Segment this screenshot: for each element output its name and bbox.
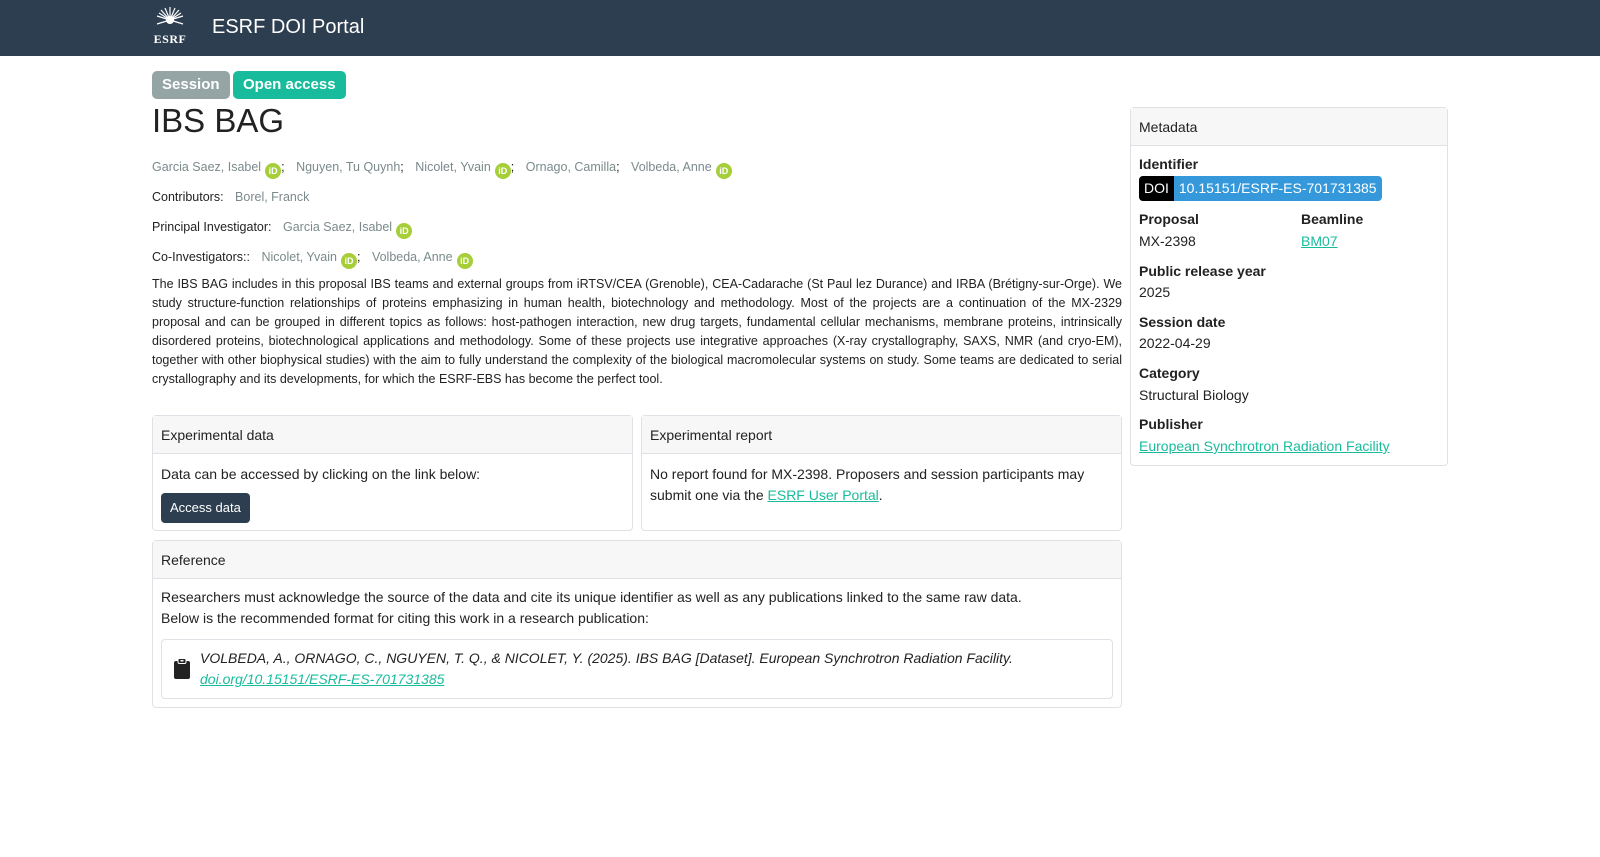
principal-investigator[interactable]: Garcia Saez, Isabel iD: [283, 220, 413, 239]
reference-line-2: Below is the recommended format for citi…: [161, 610, 649, 626]
separator: ;: [616, 160, 620, 174]
doi-value[interactable]: 10.15151/ESRF-ES-701731385: [1173, 176, 1382, 201]
author[interactable]: Nguyen, Tu Quynh: [296, 160, 400, 174]
proposal-value: MX-2398: [1139, 233, 1196, 249]
starburst-icon: [156, 7, 184, 25]
doi-tag: DOI: [1139, 176, 1174, 201]
orcid-icon[interactable]: iD: [456, 253, 473, 269]
contributor[interactable]: Borel, Franck: [235, 190, 309, 204]
contributors-row: Contributors: Borel, Franck: [152, 190, 309, 204]
beamline-label: Beamline: [1301, 211, 1364, 227]
orcid-icon[interactable]: iD: [396, 223, 413, 239]
author-name[interactable]: Volbeda, Anne: [631, 160, 712, 174]
clipboard-icon[interactable]: [173, 658, 191, 680]
release-year-value: 2025: [1139, 284, 1171, 300]
co-investigator[interactable]: Nicolet, Yvain iD: [261, 250, 357, 269]
author[interactable]: Garcia Saez, Isabel iD: [152, 160, 282, 179]
doi-badge[interactable]: DOI 10.15151/ESRF-ES-701731385: [1139, 176, 1382, 201]
author[interactable]: Volbeda, Anne iD: [631, 160, 732, 179]
metadata-header: Metadata: [1131, 108, 1447, 146]
abstract: The IBS BAG includes in this proposal IB…: [152, 277, 1122, 386]
separator: ;: [400, 160, 404, 174]
author-name[interactable]: Ornago, Camilla: [526, 160, 616, 174]
contributors-label: Contributors:: [152, 190, 224, 204]
identifier-label: Identifier: [1139, 156, 1199, 172]
authors-list: Garcia Saez, Isabel iD; Nguyen, Tu Quynh;…: [152, 160, 732, 179]
pi-label: Principal Investigator:: [152, 220, 272, 234]
session-date-value: 2022-04-29: [1139, 335, 1211, 351]
pi-name[interactable]: Garcia Saez, Isabel: [283, 220, 392, 234]
principal-investigator-row: Principal Investigator: Garcia Saez, Isa…: [152, 220, 413, 239]
separator: ;: [356, 250, 361, 264]
experimental-data-card: Experimental data Data can be accessed b…: [152, 415, 633, 531]
publisher-link[interactable]: European Synchrotron Radiation Facility: [1139, 438, 1390, 454]
co-investigator-name[interactable]: Volbeda, Anne: [372, 250, 453, 264]
orcid-icon[interactable]: iD: [265, 163, 282, 179]
category-label: Category: [1139, 365, 1200, 381]
report-text-end: .: [878, 487, 883, 503]
brand-title[interactable]: ESRF DOI Portal: [212, 16, 364, 39]
citation-text: VOLBEDA, A., ORNAGO, C., NGUYEN, T. Q., …: [200, 650, 1013, 666]
experimental-report-body: No report found for MX-2398. Proposers a…: [642, 454, 1121, 516]
logo-text: ESRF: [153, 32, 187, 46]
author[interactable]: Ornago, Camilla: [526, 160, 616, 174]
contributor-name[interactable]: Borel, Franck: [235, 190, 309, 204]
publisher-label: Publisher: [1139, 416, 1203, 432]
release-year-label: Public release year: [1139, 263, 1266, 279]
navbar: ESRF ESRF DOI Portal: [0, 0, 1600, 56]
experimental-data-text: Data can be accessed by clicking on the …: [161, 466, 481, 482]
author[interactable]: Nicolet, Yvain iD: [415, 160, 511, 179]
co-investigators-label: Co-Investigators::: [152, 250, 250, 264]
separator: ;: [510, 160, 515, 174]
page-title: IBS BAG: [152, 102, 285, 139]
co-investigator[interactable]: Volbeda, Anne iD: [372, 250, 473, 269]
citation-box: VOLBEDA, A., ORNAGO, C., NGUYEN, T. Q., …: [161, 639, 1113, 699]
orcid-icon[interactable]: iD: [494, 163, 511, 179]
experimental-data-header: Experimental data: [153, 416, 632, 454]
reference-header: Reference: [153, 541, 1121, 579]
session-badge: Session: [152, 71, 230, 99]
orcid-icon[interactable]: iD: [715, 163, 732, 179]
author-name[interactable]: Nguyen, Tu Quynh: [296, 160, 400, 174]
experimental-report-header: Experimental report: [642, 416, 1121, 454]
experimental-report-card: Experimental report No report found for …: [641, 415, 1122, 531]
esrf-logo[interactable]: ESRF: [152, 6, 188, 50]
session-date-label: Session date: [1139, 314, 1226, 330]
author-name[interactable]: Nicolet, Yvain: [415, 160, 491, 174]
reference-line-1: Researchers must acknowledge the source …: [161, 589, 1022, 605]
separator: ;: [281, 160, 285, 174]
access-data-button[interactable]: Access data: [161, 493, 250, 523]
citation-doi-link[interactable]: doi.org/10.15151/ESRF-ES-701731385: [200, 671, 444, 687]
co-investigators-row: Co-Investigators:: Nicolet, Yvain iD; Vol…: [152, 250, 473, 269]
reference-card: Reference Researchers must acknowledge t…: [152, 540, 1122, 708]
co-investigator-name[interactable]: Nicolet, Yvain: [261, 250, 337, 264]
orcid-icon[interactable]: iD: [340, 253, 357, 269]
category-value: Structural Biology: [1139, 387, 1249, 403]
user-portal-link[interactable]: ESRF User Portal: [768, 487, 879, 503]
beamline-link[interactable]: BM07: [1301, 233, 1338, 249]
author-name[interactable]: Garcia Saez, Isabel: [152, 160, 261, 174]
open-access-badge: Open access: [233, 71, 346, 99]
proposal-label: Proposal: [1139, 211, 1199, 227]
